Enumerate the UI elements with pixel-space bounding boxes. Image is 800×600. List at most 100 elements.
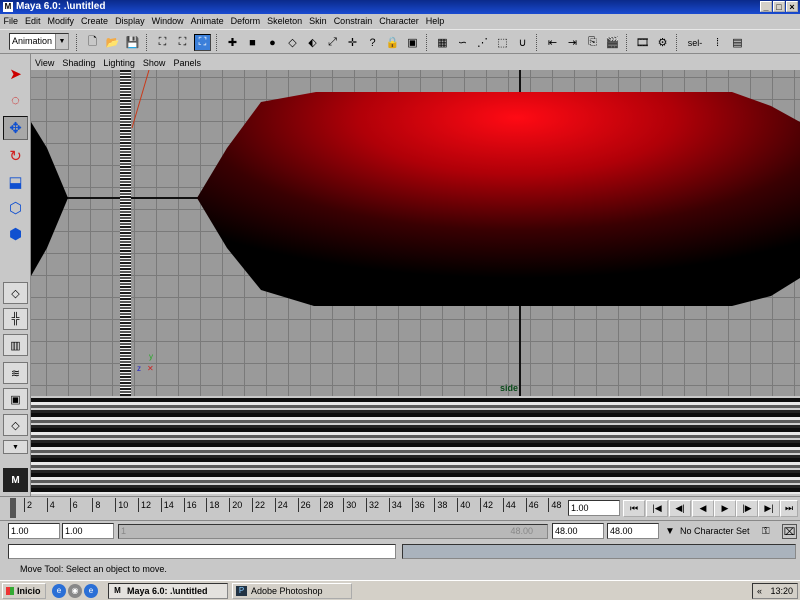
select-misc-icon[interactable]: ? — [364, 34, 381, 51]
start-button[interactable]: Inicio — [2, 583, 46, 599]
output-ops-icon[interactable]: ⇥ — [564, 34, 581, 51]
close-button[interactable]: × — [786, 1, 798, 12]
hypershade-layout-icon[interactable]: ▣ — [3, 388, 28, 410]
step-forward-key-button[interactable]: ▶| — [758, 500, 780, 517]
render-icon[interactable]: 🎬 — [604, 34, 621, 51]
character-set-dropdown-icon[interactable]: ▼ — [662, 524, 678, 539]
input-ops-icon[interactable]: ⇤ — [544, 34, 561, 51]
select-surfaces-icon[interactable]: ◇ — [284, 34, 301, 51]
select-deformations-icon[interactable]: ⬖ — [304, 34, 321, 51]
range-track-end: 48.00 — [510, 526, 533, 536]
four-pane-layout-icon[interactable]: ╬ — [3, 308, 28, 330]
current-time-marker[interactable] — [10, 498, 16, 518]
snap-grid-icon[interactable]: ▦ — [434, 34, 451, 51]
select-dynamics-icon[interactable]: ⤢ — [324, 34, 341, 51]
menu-display[interactable]: Display — [112, 14, 149, 29]
select-hierarchy-icon[interactable]: ⛶ — [154, 34, 171, 51]
panel-menu-show[interactable]: Show — [139, 56, 170, 70]
playback-start-field[interactable]: 1.00 — [62, 523, 114, 539]
current-frame-field[interactable]: 1.00 — [568, 500, 620, 516]
red-capsule-object[interactable] — [197, 92, 800, 306]
menu-file[interactable]: File — [0, 14, 22, 29]
persp-outliner-layout-icon[interactable]: ▥ — [3, 334, 28, 356]
rotate-tool-icon[interactable]: ↻ — [3, 144, 28, 168]
make-live-icon[interactable]: ∪ — [514, 34, 531, 51]
menu-window[interactable]: Window — [148, 14, 187, 29]
select-joints-icon[interactable]: ■ — [244, 34, 261, 51]
select-object-icon[interactable]: ⛶ — [174, 34, 191, 51]
panel-menu-lighting[interactable]: Lighting — [99, 56, 139, 70]
playback-end-field[interactable]: 48.00 — [552, 523, 604, 539]
maya-app-icon[interactable]: M — [3, 2, 13, 12]
go-to-end-button[interactable]: ⏭ — [780, 500, 798, 517]
menu-character[interactable]: Character — [376, 14, 423, 29]
snap-point-icon[interactable]: ⋰ — [474, 34, 491, 51]
snap-view-plane-icon[interactable]: ⬚ — [494, 34, 511, 51]
start-time-field[interactable]: 1.00 — [8, 523, 60, 539]
step-back-key-button[interactable]: |◀ — [646, 500, 668, 517]
single-pane-layout-icon[interactable]: ◇ — [3, 282, 28, 304]
construction-history-icon[interactable]: ⎘ — [584, 34, 601, 51]
render-globals-icon[interactable]: ⚙ — [654, 34, 671, 51]
step-back-frame-button[interactable]: ◀| — [669, 500, 691, 517]
select-curves-icon[interactable]: ● — [264, 34, 281, 51]
panel-menu-shading[interactable]: Shading — [58, 56, 99, 70]
menu-modify[interactable]: Modify — [44, 14, 78, 29]
command-input[interactable] — [8, 544, 396, 559]
select-handles-icon[interactable]: ✚ — [224, 34, 241, 51]
save-scene-icon[interactable]: 💾 — [124, 34, 141, 51]
internet-explorer-icon[interactable]: e — [52, 584, 66, 598]
tray-expand-icon[interactable]: « — [757, 584, 762, 598]
last-tool-icon[interactable]: ⬢ — [3, 222, 28, 246]
snap-curve-icon[interactable]: ∽ — [454, 34, 471, 51]
ipr-render-icon[interactable]: 🎞 — [634, 34, 651, 51]
black-capsule-object[interactable] — [31, 122, 68, 276]
play-forwards-button[interactable]: ▶ — [714, 500, 736, 517]
chevron-down-icon[interactable]: ▼ — [55, 34, 68, 49]
quick-selection-field-icon[interactable]: ⁞ — [709, 34, 726, 51]
persp-graph-layout-icon[interactable]: ≋ — [3, 362, 28, 384]
side-viewport[interactable]: y z ✕ side — [31, 70, 800, 396]
minimize-button[interactable]: _ — [760, 1, 772, 12]
task-photoshop[interactable]: P Adobe Photoshop — [232, 583, 352, 599]
character-set-label[interactable]: No Character Set — [680, 524, 756, 539]
quicklaunch-ie-icon[interactable]: e — [84, 584, 98, 598]
menu-constrain[interactable]: Constrain — [330, 14, 376, 29]
manipulator-tool-icon[interactable]: ⬡ — [3, 196, 28, 220]
maximize-button[interactable]: □ — [773, 1, 785, 12]
task-maya[interactable]: M Maya 6.0: .\untitled — [108, 583, 228, 599]
animation-preferences-icon[interactable]: ⌧ — [782, 524, 797, 539]
end-time-field[interactable]: 48.00 — [607, 523, 659, 539]
select-tool-icon[interactable]: ➤ — [3, 62, 28, 86]
menu-help[interactable]: Help — [422, 14, 448, 29]
select-rendering-icon[interactable]: ✛ — [344, 34, 361, 51]
panel-menu-view[interactable]: View — [31, 56, 58, 70]
menu-deform[interactable]: Deform — [227, 14, 264, 29]
play-backwards-button[interactable]: ◀ — [692, 500, 714, 517]
lasso-tool-icon[interactable]: ◌ — [3, 88, 28, 112]
quicklaunch-app-icon[interactable]: ◉ — [68, 584, 82, 598]
menu-skeleton[interactable]: Skeleton — [264, 14, 306, 29]
menu-set-dropdown[interactable]: Animation ▼ — [9, 33, 69, 50]
menu-animate[interactable]: Animate — [187, 14, 227, 29]
auto-key-icon[interactable]: ⚿ — [762, 524, 778, 539]
time-ruler[interactable]: 2 4 6 8 10 12 14 16 18 20 22 24 26 28 30 32 34 36 38 40 42 44… — [10, 498, 566, 518]
menu-skin[interactable]: Skin — [306, 14, 331, 29]
step-forward-frame-button[interactable]: |▶ — [736, 500, 758, 517]
menu-edit[interactable]: Edit — [22, 14, 45, 29]
menu-create[interactable]: Create — [78, 14, 112, 29]
lock-selection-icon[interactable]: 🔒 — [384, 34, 401, 51]
range-track[interactable]: 1 48.00 — [118, 524, 548, 539]
panel-menu-panels[interactable]: Panels — [169, 56, 205, 70]
highlight-selection-icon[interactable]: ▣ — [404, 34, 421, 51]
select-component-icon[interactable]: ⛶ — [194, 34, 211, 51]
open-scene-icon[interactable]: 📂 — [104, 34, 121, 51]
move-tool-icon[interactable]: ✥ — [3, 116, 28, 140]
quick-selection-label[interactable]: sel- — [684, 34, 706, 51]
go-to-start-button[interactable]: ⏮ — [623, 500, 645, 517]
more-layouts-chevron-icon[interactable]: ▼ — [3, 440, 28, 454]
new-scene-icon[interactable]: 🗋 — [84, 34, 101, 51]
scale-tool-icon[interactable]: ⬓ — [3, 170, 28, 194]
graph-editor-layout-icon[interactable]: ◇ — [3, 414, 28, 436]
toggle-panels-icon[interactable]: ▤ — [729, 34, 746, 51]
